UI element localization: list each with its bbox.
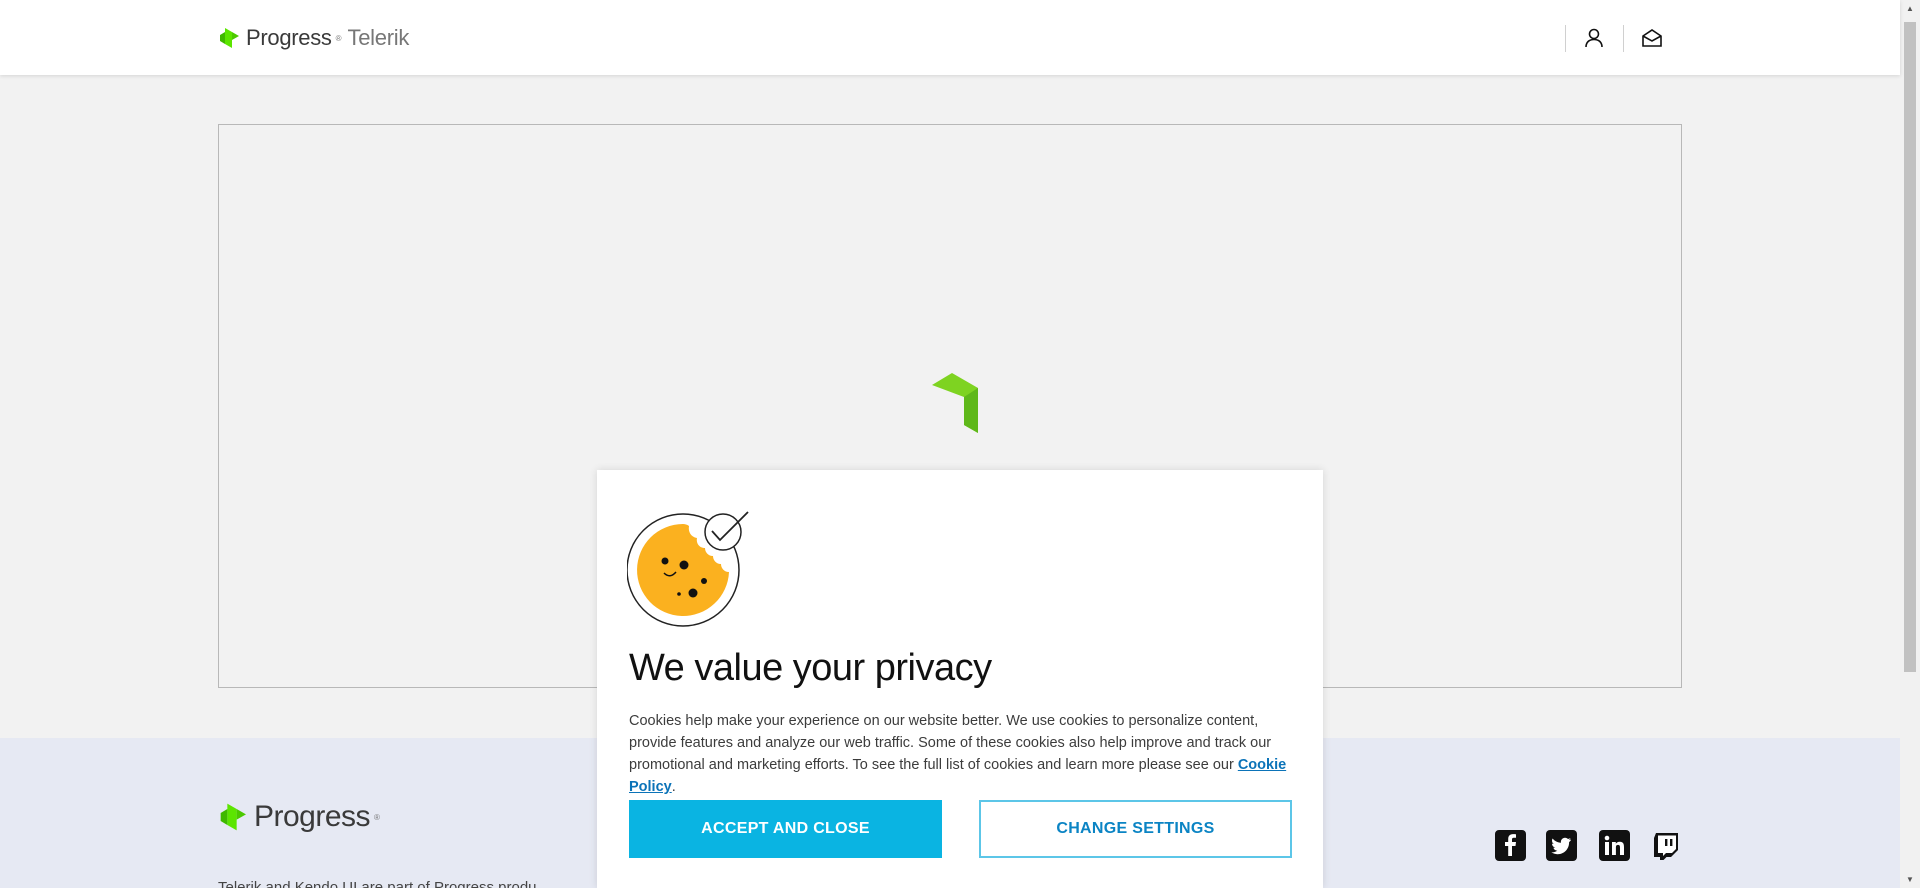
progress-logo-icon xyxy=(220,803,246,831)
footer-brand: Progress xyxy=(254,800,371,833)
facebook-icon[interactable] xyxy=(1495,830,1526,861)
cookie-consent-dialog: We value your privacy Cookies help make … xyxy=(597,470,1323,888)
change-settings-button[interactable]: CHANGE SETTINGS xyxy=(979,800,1292,858)
page-scrollbar[interactable]: ▲ ▼ xyxy=(1900,0,1920,888)
twitch-icon[interactable] xyxy=(1651,830,1682,861)
account-icon[interactable] xyxy=(1583,27,1605,49)
linkedin-icon[interactable] xyxy=(1599,830,1630,861)
twitter-icon[interactable] xyxy=(1546,830,1577,861)
scroll-up-arrow-icon[interactable]: ▲ xyxy=(1900,0,1920,17)
scroll-down-arrow-icon[interactable]: ▼ xyxy=(1900,871,1920,888)
cookie-dialog-title: We value your privacy xyxy=(629,647,992,689)
contact-icon[interactable] xyxy=(1641,27,1663,49)
cookie-illustration-icon xyxy=(627,511,749,627)
accept-and-close-button[interactable]: ACCEPT AND CLOSE xyxy=(629,800,942,858)
brand-primary: Progress xyxy=(246,25,332,50)
loading-spinner-icon xyxy=(932,373,978,433)
cookie-dialog-text: Cookies help make your experience on our… xyxy=(629,710,1299,798)
footer-progress-logo[interactable]: Progress ® xyxy=(218,800,380,834)
progress-logo-icon xyxy=(220,28,239,48)
trademark-mark: ® xyxy=(335,33,342,43)
progress-telerik-logo[interactable]: Progress ® Telerik xyxy=(218,24,409,52)
header-divider xyxy=(1623,25,1624,52)
footer-description: Telerik and Kendo UI are part of Progres… xyxy=(218,879,537,888)
brand-secondary: Telerik xyxy=(347,25,410,50)
cookie-body-end: . xyxy=(671,779,676,795)
scrollbar-thumb[interactable] xyxy=(1904,22,1916,672)
cookie-body-text: Cookies help make your experience on our… xyxy=(629,713,1272,773)
trademark-mark: ® xyxy=(374,812,380,822)
site-header: Progress ® Telerik xyxy=(0,0,1900,75)
header-divider xyxy=(1565,25,1566,52)
